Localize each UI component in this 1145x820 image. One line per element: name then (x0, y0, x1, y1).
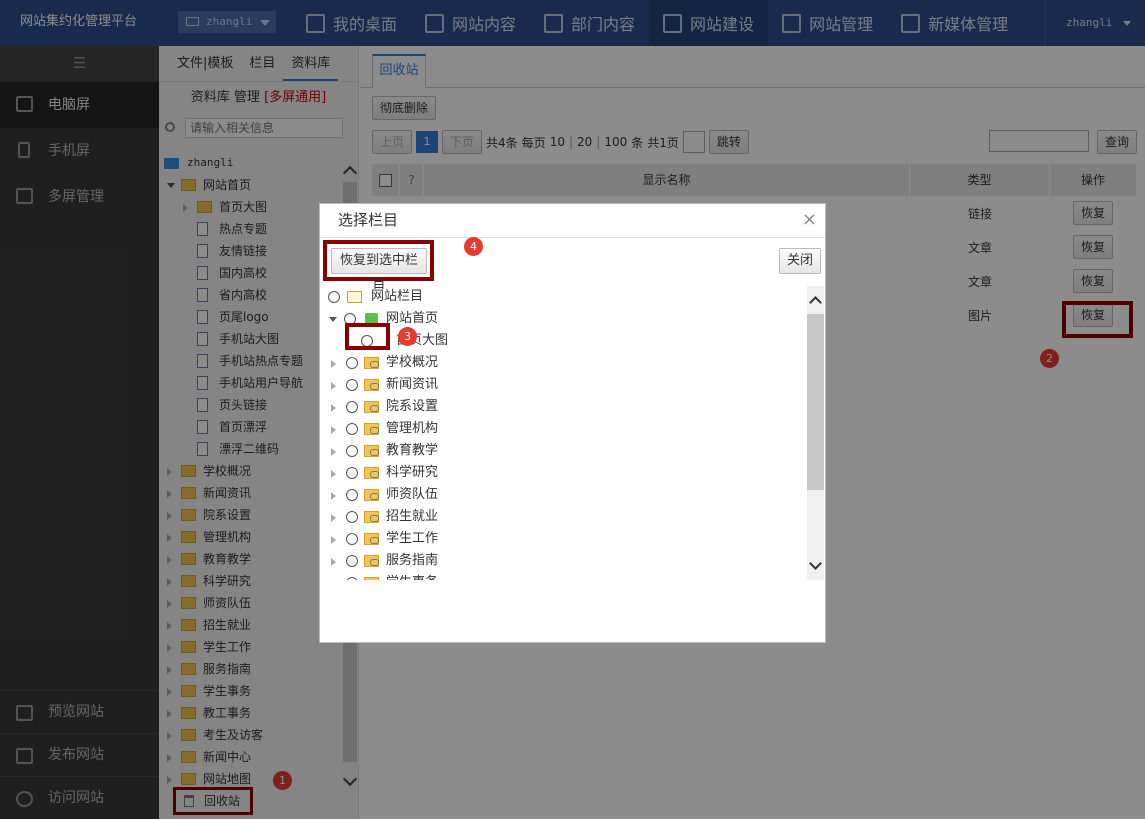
restore-to-selected-column-button[interactable]: 恢复到选中栏目 (331, 248, 427, 292)
radio-button[interactable] (346, 445, 358, 457)
restore-to-column-highlight: 恢复到选中栏目 (323, 240, 434, 292)
column-tree-label: 招生就业 (386, 509, 439, 524)
column-tree-label: 学生事务 (386, 572, 438, 580)
column-tree-node[interactable]: 学生工作 (328, 528, 812, 550)
expand-icon[interactable] (331, 426, 336, 434)
folder-icon (364, 379, 379, 391)
close-icon[interactable]: × (802, 204, 817, 236)
folder-icon (364, 357, 379, 369)
radio-button[interactable] (346, 379, 358, 391)
expand-icon[interactable] (331, 558, 336, 566)
radio-button[interactable] (346, 467, 358, 479)
expand-icon[interactable] (331, 382, 336, 390)
scroll-thumb[interactable] (807, 314, 824, 490)
expand-icon[interactable] (331, 470, 336, 478)
collapse-icon[interactable] (329, 317, 337, 322)
folder-icon (364, 445, 379, 457)
column-tree-label: 教育教学 (386, 443, 439, 458)
folder-icon (364, 511, 379, 523)
column-tree-label: 院系设置 (386, 399, 439, 414)
expand-icon[interactable] (331, 404, 336, 412)
column-tree-label: 师资队伍 (386, 487, 439, 502)
column-tree-node[interactable]: 网站首页 (328, 308, 812, 330)
column-tree-node[interactable]: 招生就业 (328, 506, 812, 528)
folder-icon (364, 401, 379, 413)
column-tree-node[interactable]: 科学研究 (328, 462, 812, 484)
radio-button[interactable] (346, 555, 358, 567)
column-tree-label: 科学研究 (386, 465, 439, 480)
expand-icon[interactable] (331, 536, 336, 544)
column-tree-node[interactable]: 师资队伍 (328, 484, 812, 506)
column-tree-label: 管理机构 (386, 421, 439, 436)
column-tree-node[interactable]: 新闻资讯 (328, 374, 812, 396)
column-tree-label: 网站栏目 (371, 289, 424, 304)
expand-icon[interactable] (331, 360, 336, 368)
column-tree-node[interactable]: 服务指南 (328, 550, 812, 572)
scroll-down-icon[interactable] (809, 557, 822, 570)
annotation-badge-3: 3 (398, 327, 417, 346)
radio-highlight (345, 323, 390, 350)
folder-icon (364, 467, 379, 479)
column-tree-node[interactable]: 教育教学 (328, 440, 812, 462)
radio-button[interactable] (346, 357, 358, 369)
radio-button[interactable] (346, 401, 358, 413)
radio-button[interactable] (346, 511, 358, 523)
radio-button[interactable] (346, 423, 358, 435)
column-tree-node[interactable]: 学校概况 (328, 352, 812, 374)
close-button[interactable]: 关闭 (779, 248, 821, 274)
folder-icon (364, 423, 379, 435)
dialog-scrollbar[interactable] (807, 286, 824, 580)
folder-icon (364, 489, 379, 501)
column-tree-label: 服务指南 (386, 553, 439, 568)
annotation-badge-4: 4 (464, 237, 483, 256)
folder-icon (364, 533, 379, 545)
column-tree-node[interactable]: 网站栏目 (328, 286, 812, 308)
column-tree-node[interactable]: 学生事务 (328, 572, 812, 580)
select-column-dialog: 选择栏目 × 恢复到选中栏目 关闭 网站栏目 网站首页 首页大图 学校概况 新闻资讯 院系… (319, 203, 826, 643)
folder-icon (364, 577, 379, 580)
column-tree-label: 学校概况 (386, 355, 439, 370)
scroll-up-icon[interactable] (809, 296, 822, 309)
radio-button[interactable] (346, 489, 358, 501)
radio-button[interactable] (346, 577, 358, 580)
column-tree-node[interactable]: 管理机构 (328, 418, 812, 440)
radio-button[interactable] (328, 291, 340, 303)
dialog-header: 选择栏目 × (320, 204, 825, 238)
expand-icon[interactable] (331, 448, 336, 456)
column-tree-label: 网站首页 (386, 311, 439, 326)
dialog-toolbar: 恢复到选中栏目 关闭 (320, 238, 825, 292)
dialog-title: 选择栏目 (338, 211, 399, 229)
expand-icon[interactable] (331, 492, 336, 500)
column-tree-node[interactable]: 院系设置 (328, 396, 812, 418)
folder-icon (347, 291, 362, 303)
column-tree-label: 学生工作 (386, 531, 439, 546)
radio-button[interactable] (346, 533, 358, 545)
column-tree-label: 新闻资讯 (386, 377, 439, 392)
folder-icon (364, 555, 379, 567)
expand-icon[interactable] (331, 514, 336, 522)
